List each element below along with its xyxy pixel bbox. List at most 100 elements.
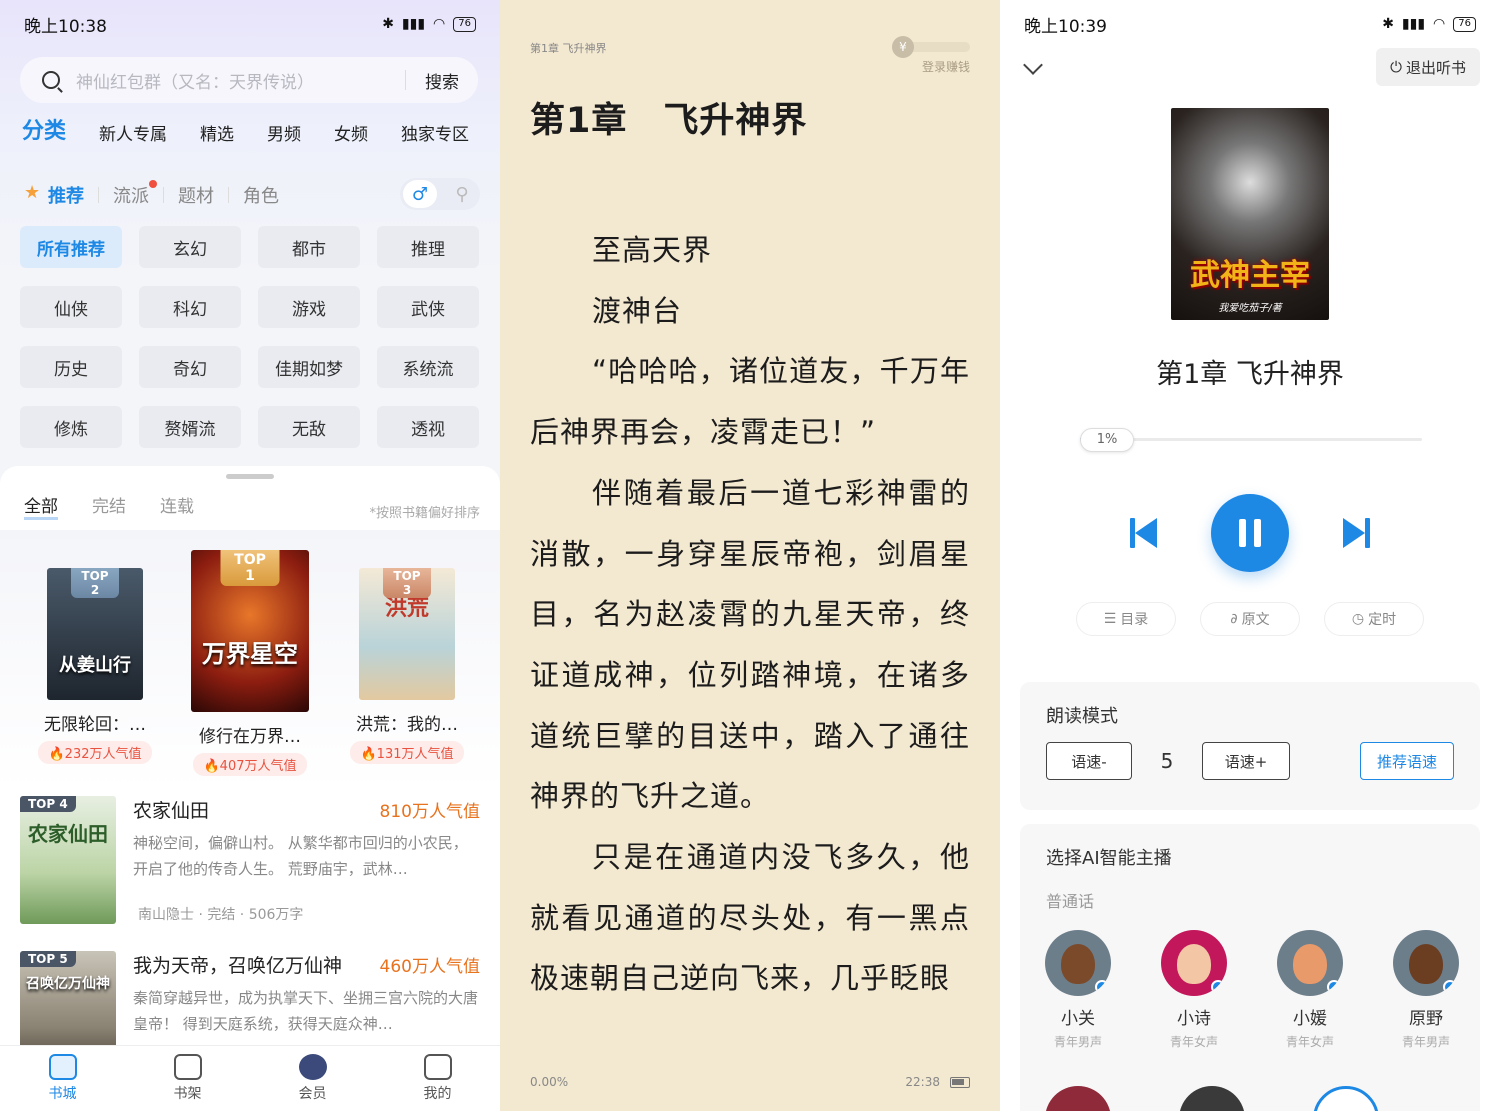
next-icon-bar xyxy=(1365,518,1370,548)
previous-icon[interactable] xyxy=(1130,518,1158,548)
progress-thumb[interactable]: 1% xyxy=(1080,428,1134,452)
speed-up-button[interactable]: 语速+ xyxy=(1202,742,1290,780)
status-time: 晚上10:38 xyxy=(24,16,107,37)
recommend-speed-button[interactable]: 推荐语速 xyxy=(1360,742,1454,780)
subtab-theme[interactable]: 题材 xyxy=(164,182,228,208)
exit-listen-label: 退出听书 xyxy=(1405,58,1466,77)
speed-down-button[interactable]: 语速- xyxy=(1046,742,1132,780)
female-icon[interactable]: ⚲ xyxy=(445,180,479,208)
tab-vip[interactable]: 会员 xyxy=(250,1046,375,1111)
voice-option[interactable]: 小诗 青年女声 xyxy=(1148,930,1240,1050)
tag-item[interactable]: 游戏 xyxy=(258,286,360,328)
nav-category[interactable]: 分类 xyxy=(22,113,66,145)
profile-icon xyxy=(423,1054,452,1080)
download-icon xyxy=(1327,980,1341,994)
top-book-card[interactable]: TOP 1 万界星空 修行在万界… 🔥407万人气值 xyxy=(186,550,314,776)
rank-tab-ongoing[interactable]: 连载 xyxy=(160,492,194,520)
list-item[interactable]: TOP 4 农家仙田 农家仙田 810万人气值 神秘空间，偏僻山村。 从繁华都市… xyxy=(20,796,480,926)
rank-tab-all[interactable]: 全部 xyxy=(24,492,58,520)
tag-item[interactable]: 科幻 xyxy=(139,286,241,328)
tag-all-recommend[interactable]: 所有推荐 xyxy=(20,226,122,268)
tag-item[interactable]: 都市 xyxy=(258,226,360,268)
nav-male[interactable]: 男频 xyxy=(267,120,301,145)
book-title: 我为天帝，召唤亿万仙神 xyxy=(133,955,343,977)
voice-option[interactable] xyxy=(1300,1086,1392,1111)
tag-item[interactable]: 佳期如梦 xyxy=(258,346,360,388)
download-icon xyxy=(1211,980,1225,994)
tag-item[interactable]: 仙侠 xyxy=(20,286,122,328)
subtab-recommend[interactable]: 推荐 xyxy=(22,182,98,208)
voice-option[interactable]: 小关 青年男声 xyxy=(1032,930,1124,1050)
cover-title: 武神主宰 xyxy=(1190,258,1310,293)
next-icon[interactable] xyxy=(1342,518,1370,548)
voice-name: 小媛 xyxy=(1293,1009,1327,1029)
exit-listen-button[interactable]: ⏻ 退出听书 xyxy=(1376,48,1480,86)
tab-label: 会员 xyxy=(298,1086,327,1102)
tag-item[interactable]: 奇幻 xyxy=(139,346,241,388)
voice-desc: 青年女声 xyxy=(1285,1035,1334,1049)
tag-item[interactable]: 玄幻 xyxy=(139,226,241,268)
reader-screen[interactable]: 第1章 飞升神界 ¥ 登录赚钱 第1章 飞升神界 至高天界 渡神台 “哈哈哈，诸… xyxy=(500,0,1000,1111)
book-icon xyxy=(173,1054,202,1080)
tab-bookstore[interactable]: 书城 xyxy=(0,1046,125,1111)
search-input[interactable]: 神仙红包群（又名：天界传说） xyxy=(76,68,405,93)
status-bar: 晚上10:39 ✱ ▮▮▮ ◠ 76 xyxy=(1024,12,1476,37)
heat-badge: 🔥407万人气值 xyxy=(193,753,307,776)
clock-time: 22:38 xyxy=(905,1075,940,1089)
battery-icon: 76 xyxy=(1453,16,1476,32)
vip-shield-icon xyxy=(298,1054,327,1080)
voice-option[interactable] xyxy=(1032,1086,1124,1111)
book-cover: TOP 5 召唤亿万仙神 xyxy=(20,951,116,1046)
chapter-title: 第1章 飞升神界 xyxy=(1156,359,1344,390)
tag-item[interactable]: 系统流 xyxy=(377,346,479,388)
top-book-card[interactable]: TOP 2 从姜山行 无限轮回：… 🔥232万人气值 xyxy=(32,568,158,764)
tag-item[interactable]: 赘婿流 xyxy=(139,406,241,448)
pause-button[interactable] xyxy=(1211,494,1289,572)
tag-item[interactable]: 武侠 xyxy=(377,286,479,328)
voice-desc: 青年男声 xyxy=(1401,1035,1450,1049)
original-text-button[interactable]: ∂ 原文 xyxy=(1200,602,1300,636)
chevron-down-icon[interactable] xyxy=(1023,55,1043,75)
subtab-character[interactable]: 角色 xyxy=(229,182,293,208)
voice-desc: 青年女声 xyxy=(1169,1035,1218,1049)
list-item[interactable]: TOP 5 召唤亿万仙神 我为天帝，召唤亿万仙神 460万人气值 秦简穿越异世，… xyxy=(20,951,480,1046)
voice-option[interactable]: 小媛 青年女声 xyxy=(1264,930,1356,1050)
voice-select-title: 选择AI智能主播 xyxy=(1046,848,1172,869)
login-earn-widget[interactable]: ¥ 登录赚钱 xyxy=(892,36,970,76)
nav-newcomer[interactable]: 新人专属 xyxy=(99,120,167,145)
nav-featured[interactable]: 精选 xyxy=(200,120,234,145)
wifi-icon: ◠ xyxy=(1433,16,1446,32)
timer-button[interactable]: ◷ 定时 xyxy=(1324,602,1424,636)
nav-exclusive[interactable]: 独家专区 xyxy=(401,120,469,145)
avatar xyxy=(1161,930,1227,996)
book-title: 修行在万界… xyxy=(199,727,301,747)
tag-item[interactable]: 推理 xyxy=(377,226,479,268)
drag-handle[interactable] xyxy=(226,474,274,479)
voice-option[interactable]: 原野 青年男声 xyxy=(1380,930,1472,1050)
search-button[interactable]: 搜索 xyxy=(406,68,478,93)
tag-item[interactable]: 透视 xyxy=(377,406,479,448)
rank-tab-finished[interactable]: 完结 xyxy=(92,492,126,520)
male-icon[interactable]: ♂ xyxy=(403,180,437,208)
avatar xyxy=(1313,1086,1379,1111)
timer-icon: ◷ xyxy=(1351,611,1365,627)
progress-slider[interactable]: 1% xyxy=(1080,428,1422,452)
nav-female[interactable]: 女频 xyxy=(334,120,368,145)
rank-badge: TOP 3 xyxy=(383,568,431,598)
subtab-genre[interactable]: 流派 xyxy=(99,180,163,208)
tag-item[interactable]: 修炼 xyxy=(20,406,122,448)
search-bar[interactable]: 神仙红包群（又名：天界传说） 搜索 xyxy=(20,57,478,103)
tag-item[interactable]: 历史 xyxy=(20,346,122,388)
login-earn-label: 登录赚钱 xyxy=(921,60,970,74)
tag-item[interactable]: 无敌 xyxy=(258,406,360,448)
status-bar: 晚上10:38 ✱ ▮▮▮ ◠ 76 xyxy=(24,12,476,37)
tab-bookshelf[interactable]: 书架 xyxy=(125,1046,250,1111)
gender-toggle[interactable]: ♂ ⚲ xyxy=(400,178,480,210)
power-icon: ⏻ xyxy=(1390,58,1402,76)
tab-mine[interactable]: 我的 xyxy=(375,1046,500,1111)
status-time: 晚上10:39 xyxy=(1024,16,1107,37)
top-book-card[interactable]: TOP 3 洪荒 洪荒：我的… 🔥131万人气值 xyxy=(344,568,470,764)
catalog-button[interactable]: ☰ 目录 xyxy=(1076,602,1176,636)
book-cover: 武神主宰 我爱吃茄子/著 xyxy=(1171,108,1329,320)
voice-option[interactable] xyxy=(1166,1086,1258,1111)
